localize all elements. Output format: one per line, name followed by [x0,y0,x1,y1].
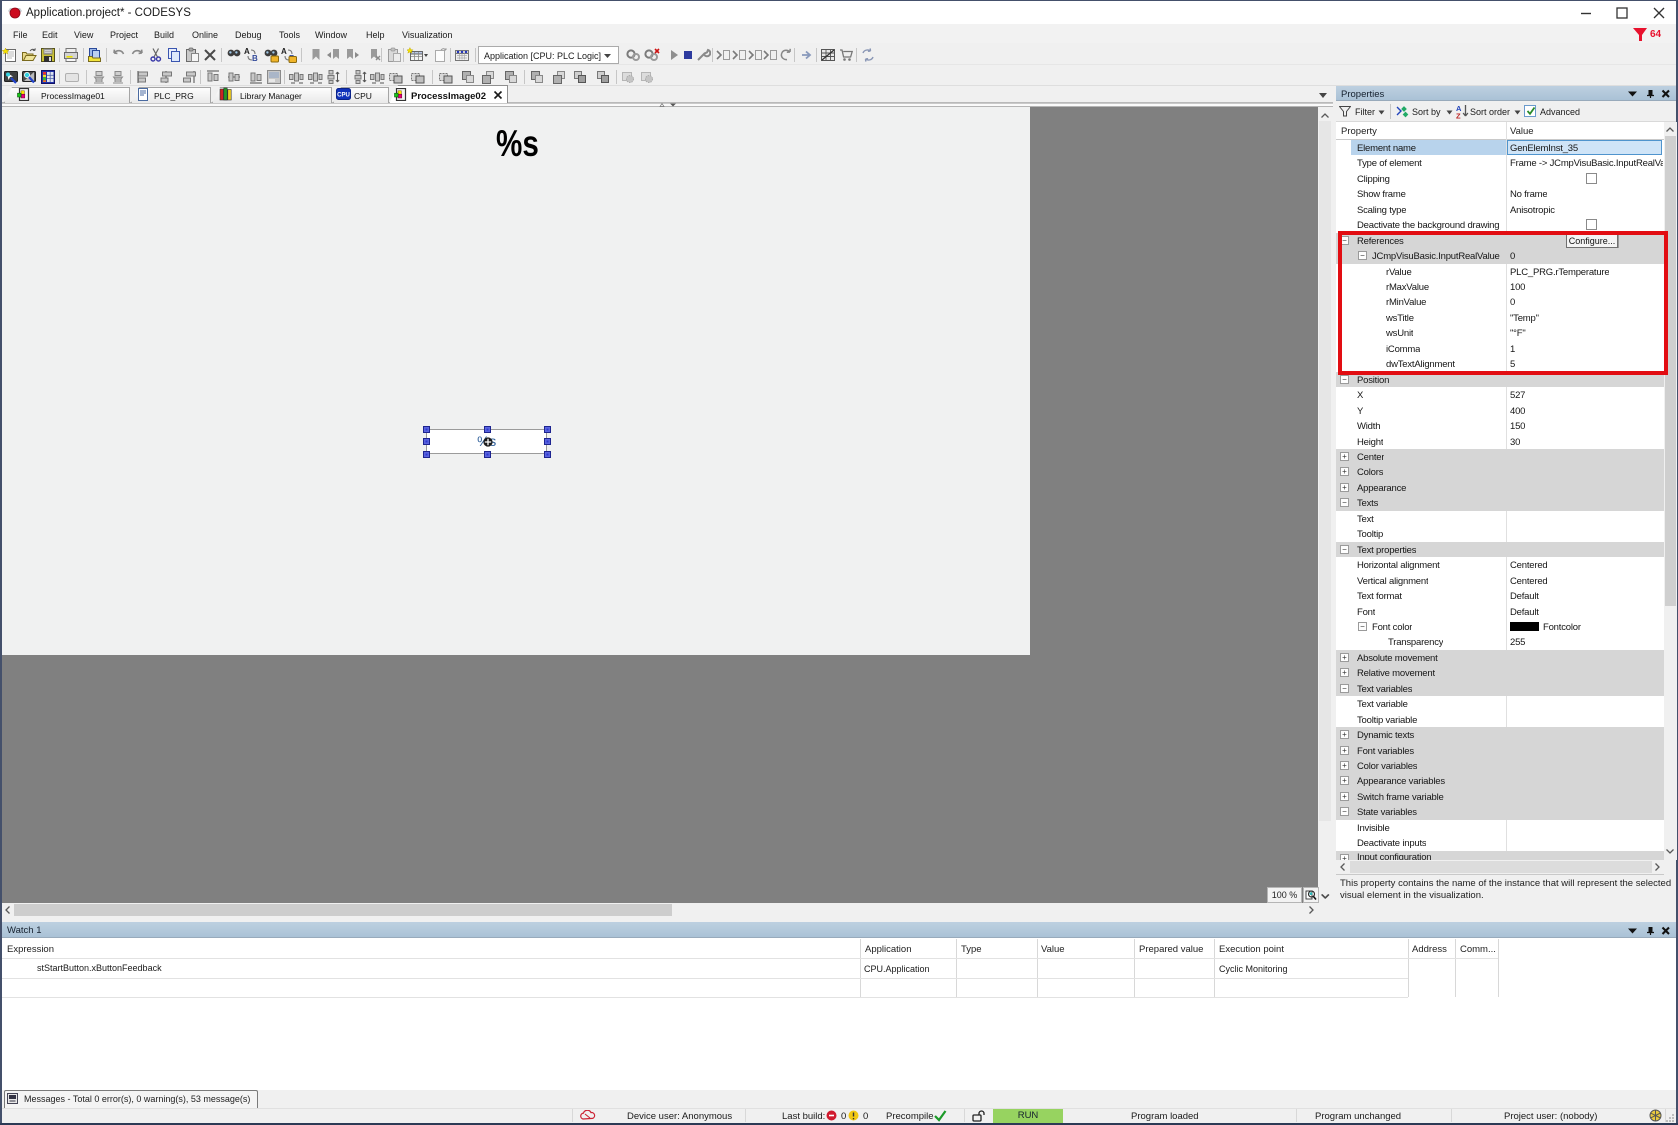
svg-text:B: B [252,54,258,63]
svg-text:CPU: CPU [337,93,350,99]
svg-text:A: A [281,47,287,56]
svg-text:Z: Z [1456,112,1461,120]
svg-text:A: A [244,47,250,56]
